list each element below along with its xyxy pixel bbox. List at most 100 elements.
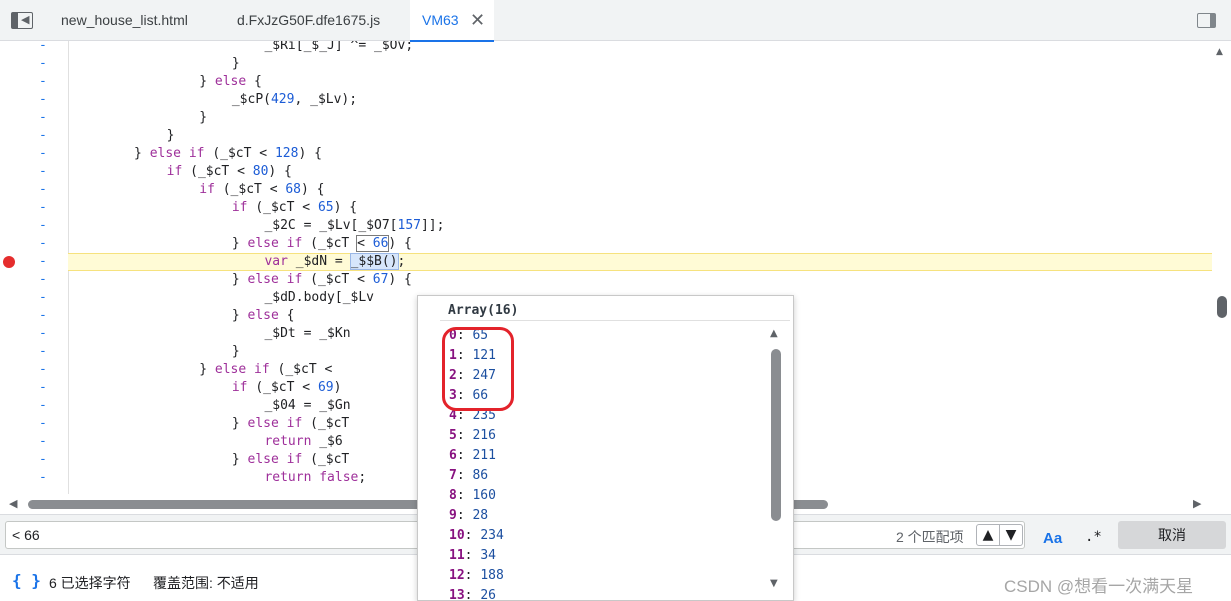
code-line[interactable]: -}: [0, 109, 1212, 127]
line-number-placeholder[interactable]: -: [39, 289, 47, 307]
line-number-placeholder[interactable]: -: [39, 199, 47, 217]
tab-new-house-list[interactable]: new_house_list.html: [61, 0, 188, 41]
line-number-placeholder[interactable]: -: [39, 109, 47, 127]
regex-button[interactable]: .*: [1085, 529, 1102, 545]
object-preview-popover: Array(16) 0: 65 1: 121 2: 247 3: 66 4: 235 5:…: [417, 295, 794, 601]
code-text: if (_$cT < 69): [231, 380, 342, 395]
popover-scroll-up-icon[interactable]: ▲: [770, 328, 778, 339]
popover-scroll-down-icon[interactable]: ▼: [770, 578, 778, 589]
array-entry[interactable]: 5: 216: [449, 426, 496, 446]
scroll-left-icon[interactable]: ◀: [9, 497, 17, 510]
line-number-placeholder[interactable]: -: [39, 55, 47, 73]
line-number-placeholder[interactable]: -: [39, 433, 47, 451]
toggle-navigator-icon[interactable]: ◀: [11, 12, 33, 29]
code-text: } else if (_$cT: [231, 452, 350, 467]
array-entry-key: 7: [449, 468, 457, 483]
array-entry-value: 188: [480, 568, 504, 583]
code-text: } else {: [231, 308, 295, 323]
code-text: if (_$cT < 80) {: [166, 164, 292, 179]
array-entry-key: 11: [449, 548, 465, 563]
code-line[interactable]: -}: [0, 127, 1212, 145]
line-number-placeholder[interactable]: -: [39, 451, 47, 469]
line-number-placeholder[interactable]: -: [39, 145, 47, 163]
code-line[interactable]: - if (_$cT < 80) {: [0, 163, 1212, 181]
line-number-placeholder[interactable]: -: [39, 325, 47, 343]
line-number-placeholder[interactable]: -: [39, 379, 47, 397]
toggle-debugger-icon[interactable]: [1197, 13, 1216, 28]
code-text: }: [231, 344, 240, 359]
array-entry-separator: :: [456, 468, 473, 483]
line-number-placeholder[interactable]: -: [39, 415, 47, 433]
code-line[interactable]: -} else if (_$cT < 67) {: [0, 271, 1212, 289]
line-number-placeholder[interactable]: -: [39, 181, 47, 199]
code-text: } else {: [199, 74, 262, 89]
popover-title: Array(16): [448, 303, 519, 318]
code-text: }: [199, 110, 208, 125]
line-number-placeholder[interactable]: -: [39, 343, 47, 361]
code-text: _$dD.body[_$Lv: [264, 290, 375, 305]
line-number-placeholder[interactable]: -: [39, 271, 47, 289]
breakpoint-icon[interactable]: [3, 256, 15, 268]
code-line[interactable]: - _$Ri[_$_J] ^= _$Ov;: [0, 41, 1212, 55]
array-entry-separator: :: [464, 548, 481, 563]
array-entry[interactable]: 10: 234: [449, 526, 504, 546]
array-entry[interactable]: 13: 26: [449, 586, 496, 600]
code-text: }: [231, 56, 240, 71]
tab-fxjzg-js[interactable]: d.FxJzG50F.dfe1675.js: [237, 0, 380, 41]
code-line[interactable]: - } else if (_$cT < 128) {: [0, 145, 1212, 163]
code-line[interactable]: - _$cP(429, _$Lv);: [0, 91, 1212, 109]
coverage-status: 覆盖范围: 不适用: [153, 575, 259, 591]
line-number-placeholder[interactable]: -: [39, 253, 47, 271]
cancel-button[interactable]: 取消: [1118, 521, 1226, 549]
code-line[interactable]: - _$2C = _$Lv[_$O7[157]];: [0, 217, 1212, 235]
code-text: return _$6: [264, 434, 343, 449]
line-number-placeholder[interactable]: -: [39, 91, 47, 109]
array-entry-value: 28: [472, 508, 489, 523]
code-text: } else if (_$cT <: [199, 362, 333, 377]
array-entry[interactable]: 9: 28: [449, 506, 488, 526]
code-line[interactable]: -}: [0, 55, 1212, 73]
line-number-placeholder[interactable]: -: [39, 469, 47, 487]
scroll-up-icon[interactable]: ▲: [1216, 47, 1223, 57]
popover-scrollbar-thumb[interactable]: [771, 349, 781, 521]
match-case-button[interactable]: Aa: [1043, 530, 1062, 547]
array-entry-key: 5: [449, 428, 457, 443]
code-text: _$04 = _$Gn: [264, 398, 351, 413]
code-text: } else if (_$cT < 128) {: [134, 146, 322, 161]
line-number-placeholder[interactable]: -: [39, 217, 47, 235]
scroll-right-icon[interactable]: ▶: [1193, 497, 1201, 510]
editor-scrollbar-thumb[interactable]: [1217, 296, 1227, 318]
line-number-placeholder[interactable]: -: [39, 307, 47, 325]
line-number-placeholder[interactable]: -: [39, 73, 47, 91]
array-entry[interactable]: 12: 188: [449, 566, 504, 586]
array-entry[interactable]: 8: 160: [449, 486, 496, 506]
line-number-placeholder[interactable]: -: [39, 361, 47, 379]
array-entry-separator: :: [456, 428, 473, 443]
selection-status: 6 已选择字符: [49, 575, 131, 591]
array-entry[interactable]: 11: 34: [449, 546, 496, 566]
previous-match-button[interactable]: ▲: [976, 524, 1000, 546]
code-line[interactable]: - if (_$cT < 65) {: [0, 199, 1212, 217]
line-number-placeholder[interactable]: -: [39, 235, 47, 253]
line-number-placeholder[interactable]: -: [39, 41, 47, 55]
code-text: } else if (_$cT: [231, 416, 350, 431]
next-match-button[interactable]: ▼: [999, 524, 1023, 546]
code-text: _$cP(429, _$Lv);: [231, 92, 358, 107]
array-entry-value: 34: [480, 548, 496, 563]
array-entry-key: 12: [449, 568, 465, 583]
code-line[interactable]: - var _$dN = _$$B();: [0, 253, 1212, 271]
array-entry[interactable]: 7: 86: [449, 466, 488, 486]
code-line[interactable]: - } else {: [0, 73, 1212, 91]
red-annotation-circle: [442, 327, 514, 411]
array-entry-separator: :: [464, 568, 481, 583]
pretty-print-icon[interactable]: { }: [12, 571, 41, 590]
array-entry-value: 160: [472, 488, 496, 503]
close-tab-icon[interactable]: ✕: [470, 0, 485, 41]
line-number-placeholder[interactable]: -: [39, 127, 47, 145]
line-number-placeholder[interactable]: -: [39, 163, 47, 181]
code-line[interactable]: - if (_$cT < 68) {: [0, 181, 1212, 199]
line-number-placeholder[interactable]: -: [39, 397, 47, 415]
code-line[interactable]: -} else if (_$cT < 66) {: [0, 235, 1212, 253]
array-entry[interactable]: 6: 211: [449, 446, 496, 466]
tab-vm63[interactable]: VM63 ✕: [410, 0, 494, 42]
